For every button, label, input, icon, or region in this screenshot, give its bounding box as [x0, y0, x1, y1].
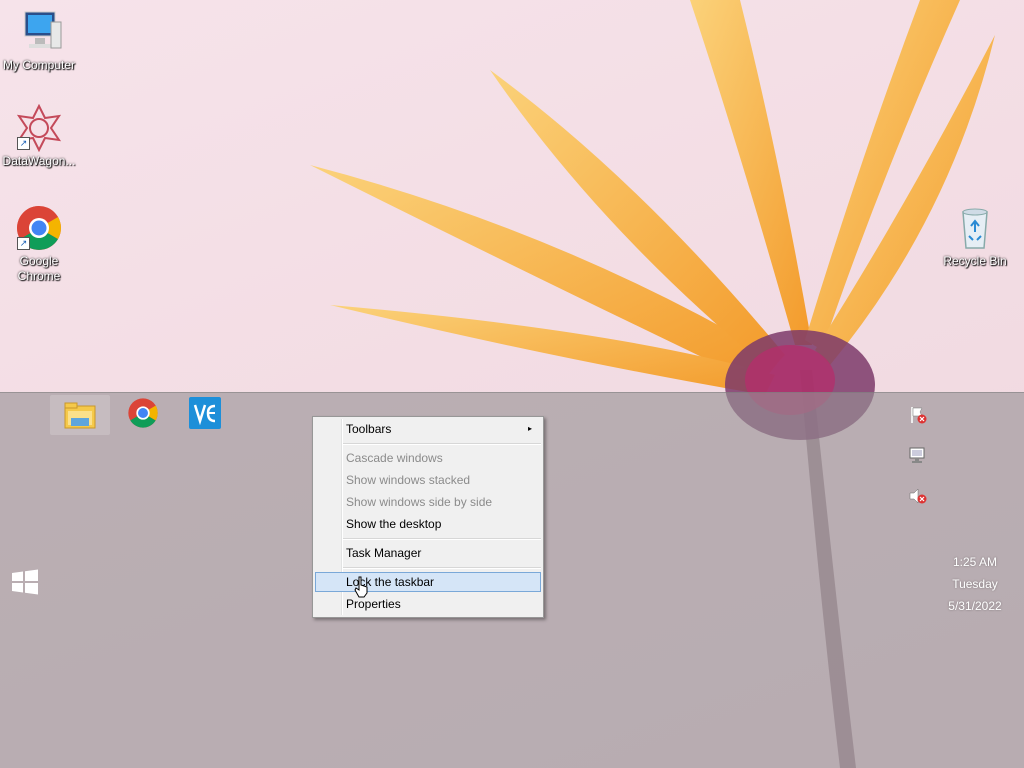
- clock-time: 1:25 AM: [952, 555, 998, 569]
- menu-item-show-windows-stacked[interactable]: Show windows stacked: [315, 470, 541, 490]
- volume-muted-icon: [909, 488, 927, 504]
- tray-action-center[interactable]: [908, 405, 928, 425]
- shortcut-arrow-icon: ↗: [17, 237, 30, 250]
- mouse-cursor-icon: [354, 576, 368, 598]
- desktop-icon-google-chrome[interactable]: ↗ Google Chrome: [1, 204, 77, 284]
- desktop-icon-label: Recycle Bin: [943, 254, 1007, 268]
- desktop-icon-my-computer[interactable]: My Computer: [1, 8, 77, 73]
- taskbar-clock[interactable]: 1:25 AM Tuesday 5/31/2022: [930, 551, 1020, 617]
- desktop-icon-recycle-bin[interactable]: Recycle Bin: [937, 204, 1013, 269]
- clock-day: Tuesday: [952, 577, 998, 591]
- taskbar-context-menu: Toolbars ▸ Cascade windows Show windows …: [312, 416, 544, 618]
- menu-item-lock-the-taskbar[interactable]: Lock the taskbar: [315, 572, 541, 592]
- menu-item-label: Show windows stacked: [346, 473, 471, 487]
- taskbar-button-chrome[interactable]: [113, 393, 173, 433]
- tray-volume[interactable]: [908, 486, 928, 506]
- chrome-icon: [128, 398, 158, 428]
- desktop-icon-label: Google Chrome: [17, 254, 61, 283]
- desktop[interactable]: My Computer ↗ DataWagon... ↗ Google Chro…: [0, 0, 1024, 768]
- vnc-viewer-icon: [189, 397, 221, 429]
- datawagon-icon: ↗: [15, 103, 63, 153]
- network-icon: [909, 447, 925, 463]
- submenu-arrow-icon: ▸: [527, 424, 532, 433]
- menu-separator: [343, 567, 541, 569]
- menu-separator: [343, 443, 541, 445]
- desktop-icon-label: My Computer: [2, 58, 76, 72]
- taskbar-button-vnc-viewer[interactable]: [175, 393, 235, 433]
- menu-item-label: Cascade windows: [346, 451, 443, 465]
- desktop-icon-label: DataWagon...: [2, 154, 76, 168]
- action-center-error-icon: [911, 407, 927, 424]
- menu-separator: [343, 538, 541, 540]
- menu-item-toolbars[interactable]: Toolbars ▸: [315, 419, 541, 439]
- menu-item-task-manager[interactable]: Task Manager: [315, 543, 541, 563]
- chrome-icon: ↗: [15, 204, 63, 252]
- menu-item-label: Toolbars: [346, 422, 392, 436]
- menu-item-label: Show windows side by side: [346, 495, 493, 509]
- menu-item-show-windows-side-by-side[interactable]: Show windows side by side: [315, 492, 541, 512]
- menu-item-show-the-desktop[interactable]: Show the desktop: [315, 514, 541, 534]
- menu-item-label: Show the desktop: [346, 517, 442, 531]
- start-button[interactable]: [10, 567, 40, 597]
- menu-item-label: Properties: [346, 597, 401, 611]
- taskbar-button-file-explorer[interactable]: [50, 395, 110, 435]
- menu-item-cascade-windows[interactable]: Cascade windows: [315, 448, 541, 468]
- menu-item-properties[interactable]: Properties: [315, 594, 541, 614]
- menu-item-label: Task Manager: [346, 546, 422, 560]
- recycle-bin-icon: [951, 204, 999, 252]
- computer-icon: [15, 8, 63, 56]
- clock-date: 5/31/2022: [948, 599, 1002, 613]
- shortcut-arrow-icon: ↗: [17, 137, 30, 150]
- windows-logo-icon: [12, 569, 38, 595]
- tray-network[interactable]: [908, 445, 928, 465]
- desktop-icon-datawagon[interactable]: ↗ DataWagon...: [1, 103, 77, 169]
- file-explorer-icon: [64, 402, 96, 429]
